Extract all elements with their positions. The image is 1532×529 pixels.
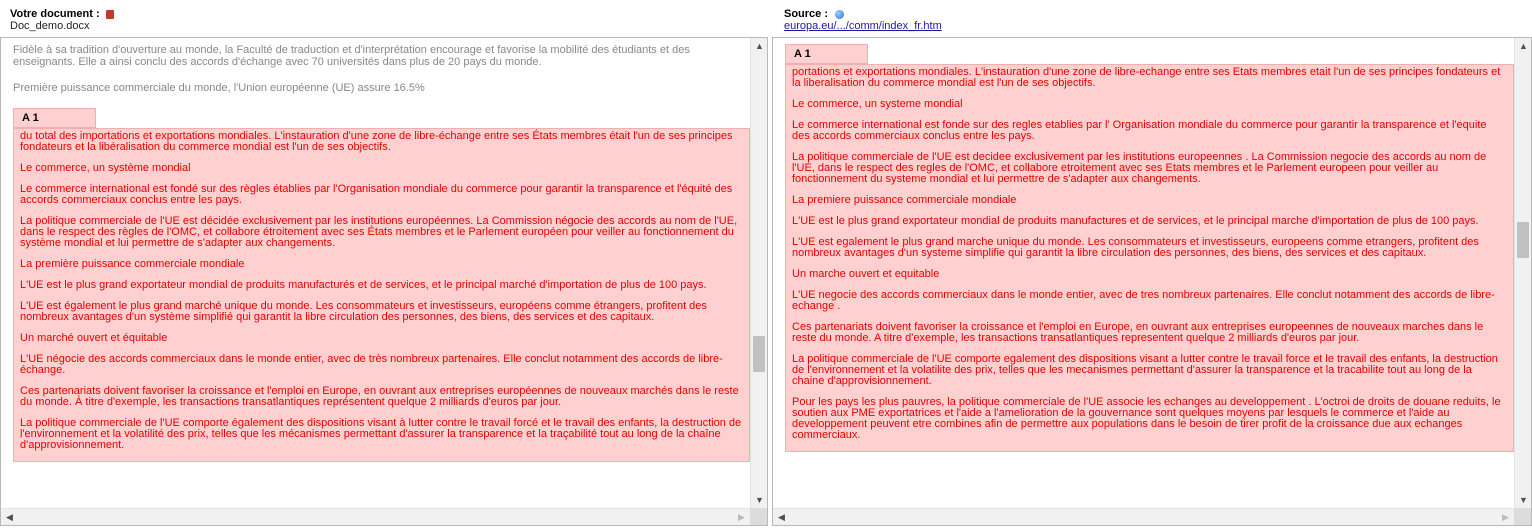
document-filename: Doc_demo.docx [10, 20, 90, 32]
match-paragraph: portations et exportations mondiales. L'… [792, 66, 1501, 89]
match-paragraph: du total des importations et exportation… [20, 130, 733, 153]
document-pane[interactable]: Fidèle à sa tradition d'ouverture au mon… [0, 37, 768, 526]
word-doc-icon [105, 9, 114, 19]
scroll-left-icon[interactable]: ◀ [1, 512, 18, 522]
match-paragraph: L'UE est également le plus grand marché … [20, 300, 707, 323]
source-link[interactable]: europa.eu/.../comm/index_fr.htm [784, 20, 942, 32]
scrollbar-corner [750, 508, 767, 525]
match-paragraph: La politique commerciale de l'UE est déc… [20, 215, 738, 249]
match-paragraph: Un marché ouvert et équitable [20, 332, 168, 344]
vertical-scrollbar[interactable]: ▲ ▼ [1514, 38, 1531, 508]
match-block: A 1 portations et exportations mondiales… [785, 44, 1514, 452]
match-paragraph: L'UE négocie des accords commerciaux dan… [20, 353, 723, 376]
scroll-up-icon[interactable]: ▲ [751, 41, 768, 51]
match-paragraph: La politique commerciale de l'UE comport… [20, 417, 742, 451]
match-text: portations et exportations mondiales. L'… [785, 64, 1514, 452]
match-block: A 1 du total des importations et exporta… [13, 108, 750, 462]
horizontal-scrollbar[interactable]: ◀ ▶ [773, 508, 1514, 525]
match-paragraph: L'UE negocie des accords commerciaux dan… [792, 289, 1495, 312]
match-paragraph: Ces partenariats doivent favoriser la cr… [792, 321, 1484, 344]
match-label[interactable]: A 1 [13, 108, 96, 128]
match-paragraph: L'UE est le plus grand exportateur mondi… [792, 215, 1479, 227]
match-paragraph: Le commerce, un systeme mondial [792, 98, 963, 110]
scroll-up-icon[interactable]: ▲ [1515, 41, 1532, 51]
match-text: du total des importations et exportation… [13, 128, 750, 462]
source-pane[interactable]: A 1 portations et exportations mondiales… [772, 37, 1532, 526]
match-paragraph: La politique commerciale de l'UE comport… [792, 353, 1498, 387]
globe-icon [835, 9, 845, 19]
document-intro: Fidèle à sa tradition d'ouverture au mon… [1, 38, 750, 94]
match-paragraph: Un marche ouvert et equitable [792, 268, 940, 280]
match-label[interactable]: A 1 [785, 44, 868, 64]
scroll-down-icon[interactable]: ▼ [1515, 495, 1532, 505]
document-title: Votre document : [10, 8, 100, 20]
scroll-thumb[interactable] [1517, 222, 1529, 258]
match-paragraph: L'UE est le plus grand exportateur mondi… [20, 279, 707, 291]
scrollbar-corner [1514, 508, 1531, 525]
match-paragraph: La première puissance commerciale mondia… [20, 258, 245, 270]
document-header: Votre document : Doc_demo.docx [0, 0, 766, 36]
match-paragraph: Le commerce, un système mondial [20, 162, 191, 174]
source-title: Source : [784, 8, 829, 20]
match-paragraph: L'UE est egalement le plus grand marche … [792, 236, 1479, 259]
scroll-down-icon[interactable]: ▼ [751, 495, 768, 505]
match-paragraph: Le commerce international est fondé sur … [20, 183, 733, 206]
scroll-right-icon[interactable]: ▶ [733, 512, 750, 522]
match-paragraph: Ces partenariats doivent favoriser la cr… [20, 385, 739, 408]
scroll-thumb[interactable] [753, 336, 765, 372]
vertical-scrollbar[interactable]: ▲ ▼ [750, 38, 767, 508]
intro-paragraph: Fidèle à sa tradition d'ouverture au mon… [13, 44, 690, 68]
horizontal-scrollbar[interactable]: ◀ ▶ [1, 508, 750, 525]
scroll-left-icon[interactable]: ◀ [773, 512, 790, 522]
match-paragraph: La politique commerciale de l'UE est dec… [792, 151, 1487, 185]
document-content: Fidèle à sa tradition d'ouverture au mon… [1, 38, 750, 508]
source-header: Source : europa.eu/.../comm/index_fr.htm [774, 0, 1532, 36]
scroll-right-icon[interactable]: ▶ [1497, 512, 1514, 522]
intro-paragraph: Première puissance commerciale du monde,… [13, 82, 425, 94]
match-paragraph: La premiere puissance commerciale mondia… [792, 194, 1017, 206]
match-paragraph: Le commerce international est fonde sur … [792, 119, 1487, 142]
match-paragraph: Pour les pays les plus pauvres, la polit… [792, 396, 1501, 441]
source-content: A 1 portations et exportations mondiales… [773, 38, 1514, 508]
